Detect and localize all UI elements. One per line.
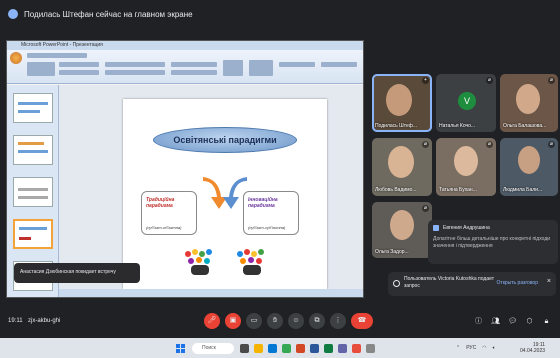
chat-notification[interactable]: Евгения Андрушина Допагітне більш деталь… <box>428 220 558 264</box>
edge-icon[interactable] <box>268 343 277 353</box>
tray-chevron-icon[interactable]: ⌃ <box>456 345 460 351</box>
join-request-notification: Пользователь Victoria Kutoshka подает за… <box>388 272 556 296</box>
meeting-time: 19:11 <box>8 318 23 324</box>
ppt-ribbon <box>7 50 363 84</box>
curved-arrows-icon <box>203 177 247 209</box>
left-box-subtitle: (субʼєкт-обʼєктна) <box>146 225 182 230</box>
app-icon[interactable] <box>366 343 375 353</box>
shared-presentation: Microsoft PowerPoint - Презентация Освіт… <box>6 40 364 298</box>
right-box-title: Інноваційна парадигма <box>248 197 278 209</box>
lock-icon[interactable]: 🔒︎ <box>542 317 551 326</box>
taskbar-clock[interactable]: 19:11 04.04.2023 <box>520 342 545 354</box>
chat-icon[interactable]: 💬︎ <box>508 317 517 326</box>
mic-off-icon: ⌀ <box>548 141 555 148</box>
teams-icon[interactable] <box>338 343 347 353</box>
slide-thumb <box>13 135 53 165</box>
participant-tile[interactable]: V ⌀ Наталья Кочо... <box>436 74 496 132</box>
office-button-icon <box>10 52 22 64</box>
avatar: V <box>458 92 476 110</box>
chat-sender: Евгения Андрушина <box>443 225 490 231</box>
participant-tile[interactable]: ⌀ Ольга Задор... <box>372 202 432 258</box>
leave-notification: Анастасия Дзюбинская покидает встречу <box>14 263 140 283</box>
file-explorer-icon[interactable] <box>254 343 263 353</box>
chrome-icon[interactable] <box>282 343 291 353</box>
windows-start-icon[interactable] <box>176 343 185 353</box>
present-button[interactable]: ⧉ <box>309 313 325 329</box>
windows-taskbar: Поиск ⌃ РУС ◠ 🔈︎ 19:11 04.04.2023 <box>0 338 560 358</box>
mic-off-icon: ⌀ <box>422 141 429 148</box>
join-request-text: Пользователь Victoria Kutoshka подает за… <box>404 276 495 289</box>
wifi-icon[interactable]: ◠ <box>482 345 486 351</box>
presenting-icon <box>8 9 18 19</box>
mic-off-icon: ⌀ <box>486 77 493 84</box>
slide-thumb <box>13 177 53 207</box>
chat-message: Допагітне більш детальніше про конкретні… <box>433 236 551 249</box>
mic-off-icon: ⌀ <box>486 141 493 148</box>
ppt-window-title: Microsoft PowerPoint - Презентация <box>7 41 363 50</box>
hang-up-button[interactable]: ☎︎ <box>351 313 373 329</box>
slide-thumb <box>13 93 53 123</box>
banner-text: Подилась Штефан сейчас на главном экране <box>24 9 193 19</box>
more-options-button[interactable]: ⋮ <box>330 313 346 329</box>
participant-tile[interactable]: ⌀ Ольга Балашова... <box>500 74 558 132</box>
presenting-banner: Подилась Штефан сейчас на главном экране <box>8 4 193 24</box>
participant-tile[interactable]: ⌀ Татьяна Бухан... <box>436 138 496 196</box>
colorful-heads-icon <box>235 249 269 275</box>
participant-tile[interactable]: ⌀ Людмила Бали... <box>500 138 558 196</box>
pin-icon[interactable]: + <box>422 77 429 84</box>
right-box-subtitle: (субʼєкт-субʼєктна) <box>248 225 286 230</box>
word-icon[interactable] <box>310 343 319 353</box>
tray-language[interactable]: РУС <box>466 345 476 351</box>
mic-off-button[interactable]: 🎤︎ <box>204 313 220 329</box>
people-icon[interactable]: 👥︎ <box>491 317 500 326</box>
traditional-paradigm-box: Традиційна парадигма (субʼєкт-обʼєктна) <box>141 191 197 235</box>
info-icon[interactable]: ⓘ <box>474 317 483 326</box>
slide-title: Освітянські парадигми <box>153 127 297 153</box>
person-icon <box>393 280 400 287</box>
volume-icon[interactable]: 🔈︎ <box>493 345 496 351</box>
camera-off-button[interactable]: ▣ <box>225 313 241 329</box>
raise-hand-button[interactable]: ✋︎ <box>267 313 283 329</box>
captions-button[interactable]: ▭ <box>246 313 262 329</box>
meeting-code: zjx-akbu-ghi <box>28 318 61 324</box>
excel-icon[interactable] <box>324 343 333 353</box>
powerpoint-icon[interactable] <box>296 343 305 353</box>
opera-icon[interactable] <box>352 343 361 353</box>
taskbar-search[interactable]: Поиск <box>192 342 234 354</box>
open-conversation-button[interactable]: Открыть разговор <box>497 280 538 286</box>
left-box-title: Традиційна парадигма <box>146 197 175 209</box>
meet-control-bar: 19:11 zjx-akbu-ghi 🎤︎ ▣ ▭ ✋︎ ☺ ⧉ ⋮ ☎︎ ⓘ … <box>0 310 560 332</box>
current-slide: Освітянські парадигми Традиційна парадиг… <box>123 99 327 289</box>
chat-icon <box>433 225 439 231</box>
participant-tile[interactable]: + Подилась Штеф... <box>372 74 432 132</box>
ppt-statusbar <box>59 289 363 297</box>
activities-icon[interactable]: ⬡ <box>525 317 534 326</box>
close-icon[interactable]: × <box>547 278 551 285</box>
mic-off-icon: ⌀ <box>422 205 429 212</box>
task-view-icon[interactable] <box>240 343 249 353</box>
colorful-heads-icon <box>183 249 217 275</box>
participant-tile[interactable]: ⌀ Любовь Вадимо... <box>372 138 432 196</box>
slide-thumb-selected <box>13 219 53 249</box>
emoji-button[interactable]: ☺ <box>288 313 304 329</box>
mic-off-icon: ⌀ <box>548 77 555 84</box>
